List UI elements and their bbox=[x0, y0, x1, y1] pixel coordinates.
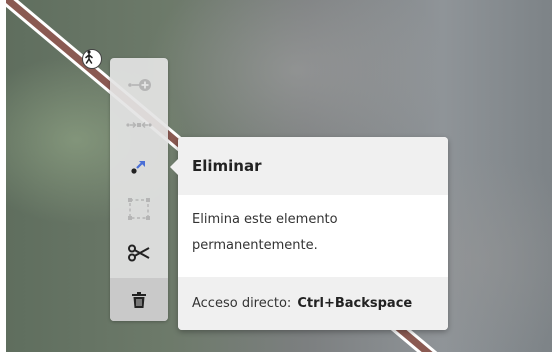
tooltip-title: Eliminar bbox=[178, 137, 448, 195]
delete-button[interactable] bbox=[110, 278, 168, 321]
pedestrian-icon bbox=[85, 50, 93, 64]
disconnect-icon bbox=[126, 121, 152, 129]
delete-tooltip: Eliminar Elimina este elemento permanent… bbox=[170, 137, 448, 330]
extract-icon bbox=[131, 161, 145, 174]
trash-icon bbox=[132, 291, 146, 308]
edit-menu-toolbar bbox=[110, 58, 168, 321]
square-button[interactable] bbox=[110, 190, 168, 228]
extract-button[interactable] bbox=[110, 148, 168, 186]
tooltip-description: Elimina este elemento permanentemente. bbox=[192, 212, 338, 253]
pedestrian-poi-marker[interactable] bbox=[82, 49, 102, 69]
continue-icon bbox=[128, 79, 151, 91]
shortcut-label: Acceso directo: bbox=[192, 296, 292, 311]
scissors-icon bbox=[128, 244, 150, 262]
disconnect-button[interactable] bbox=[110, 106, 168, 144]
tooltip-arrow bbox=[170, 159, 178, 175]
split-button[interactable] bbox=[110, 234, 168, 272]
tooltip-shortcut: Acceso directo: Ctrl+Backspace bbox=[178, 277, 448, 330]
continue-line-button[interactable] bbox=[110, 66, 168, 104]
shortcut-keys: Ctrl+Backspace bbox=[297, 296, 413, 311]
square-dashed-icon bbox=[128, 198, 150, 220]
